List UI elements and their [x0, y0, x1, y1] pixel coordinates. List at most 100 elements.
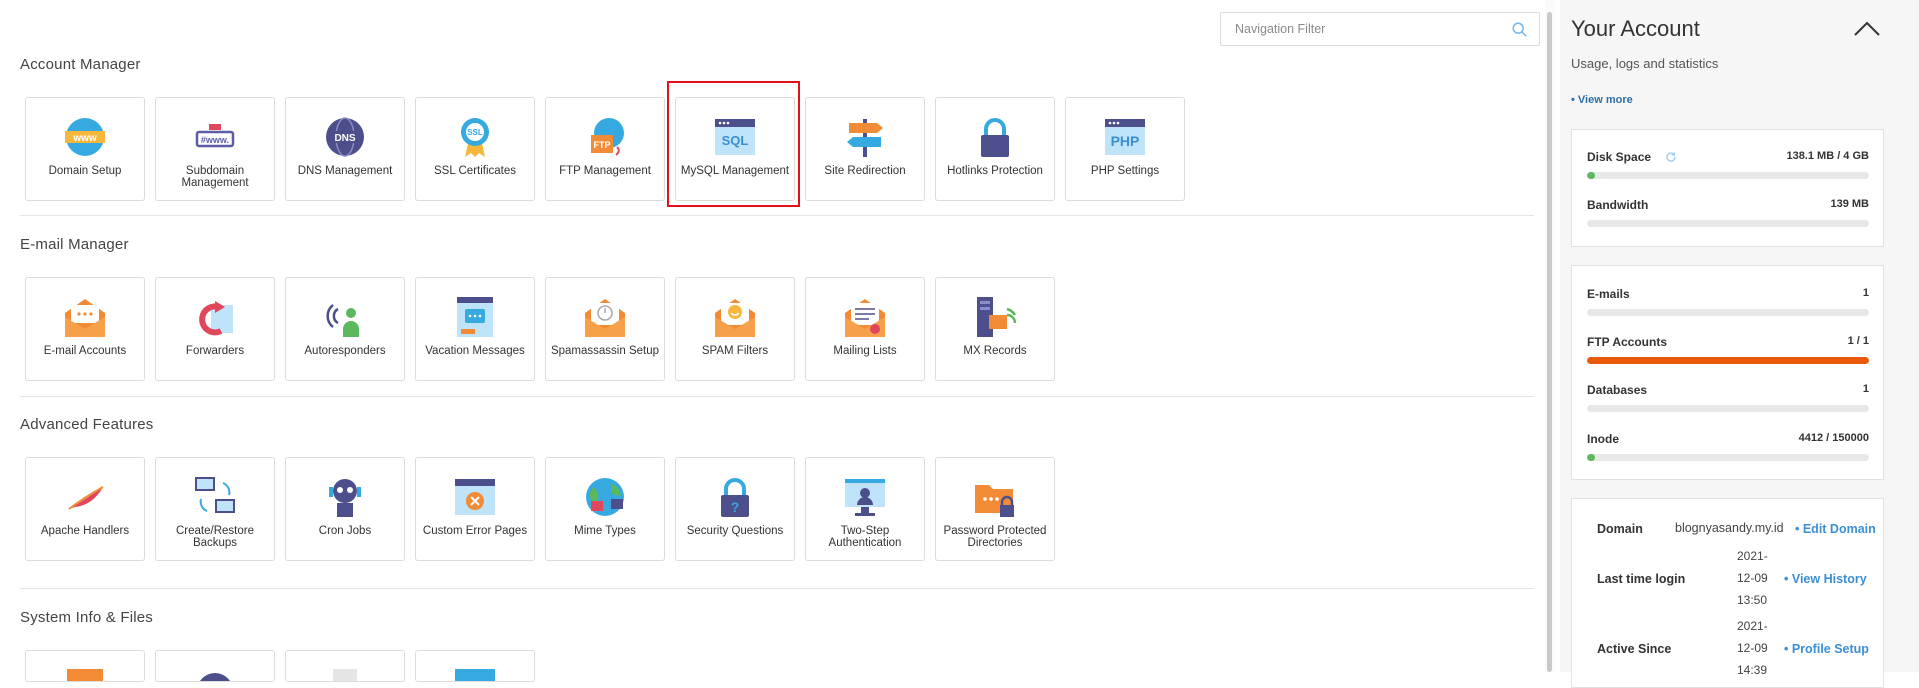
- section-title-advanced-features: Advanced Features: [20, 416, 154, 433]
- tile-site-redirection[interactable]: Site Redirection: [805, 97, 925, 201]
- tile-label: SPAM Filters: [701, 345, 769, 357]
- question-lock-icon: ?: [712, 475, 758, 519]
- tile-label: Mime Types: [574, 525, 636, 537]
- tile-spamassassin-setup[interactable]: Spamassassin Setup: [545, 277, 665, 381]
- tile-apache-handlers[interactable]: Apache Handlers: [25, 457, 145, 561]
- vacation-message-icon: [452, 295, 498, 339]
- tile-label: DNS Management: [297, 165, 393, 177]
- tile-label: Vacation Messages: [425, 345, 525, 357]
- email-manager-tiles: E-mail Accounts Forwarders Autoresponder…: [25, 277, 1065, 381]
- system-info-tiles: [25, 650, 545, 682]
- tile-two-step-authentication[interactable]: Two-Step Authentication: [805, 457, 925, 561]
- bandwidth-label: Bandwidth: [1587, 198, 1649, 212]
- tile-label: Domain Setup: [48, 165, 122, 177]
- view-history-link[interactable]: • View History: [1784, 572, 1867, 586]
- ftp-accounts-bar: [1587, 357, 1869, 364]
- tile-label: Autoresponders: [304, 345, 386, 357]
- view-more-link[interactable]: • View more: [1571, 94, 1633, 106]
- ssl-badge-icon: SSL: [452, 115, 498, 159]
- tile-dns-management[interactable]: DNS DNS Management: [285, 97, 405, 201]
- tile-create-restore-backups[interactable]: Create/Restore Backups: [155, 457, 275, 561]
- last-login-date: 2021- 12-09 13:50: [1737, 545, 1768, 611]
- svg-text:FTP: FTP: [594, 140, 611, 150]
- ftp-accounts-row: FTP Accounts 1 / 1: [1587, 335, 1869, 349]
- autoresponder-icon: [322, 295, 368, 339]
- domain-value: blognyasandy.my.id: [1675, 521, 1784, 535]
- subdomain-icon: #www.: [192, 115, 238, 159]
- last-login-label: Last time login: [1597, 572, 1686, 586]
- spam-filter-icon: [712, 295, 758, 339]
- databases-bar: [1587, 405, 1869, 412]
- tile-partial[interactable]: [155, 650, 275, 682]
- tile-label: Apache Handlers: [40, 525, 130, 537]
- tile-spam-filters[interactable]: SPAM Filters: [675, 277, 795, 381]
- tile-hotlinks-protection[interactable]: Hotlinks Protection: [935, 97, 1055, 201]
- tile-cron-jobs[interactable]: Cron Jobs: [285, 457, 405, 561]
- sql-window-icon: SQL: [712, 115, 758, 159]
- emails-label: E-mails: [1587, 287, 1630, 301]
- section-title-system-info-files: System Info & Files: [20, 609, 154, 626]
- tile-partial[interactable]: [415, 650, 535, 682]
- tile-subdomain-management[interactable]: #www. Subdomain Management: [155, 97, 275, 201]
- active-since-time: 14:39: [1737, 663, 1768, 677]
- emails-row: E-mails 1: [1587, 287, 1869, 301]
- refresh-icon[interactable]: [1665, 151, 1677, 163]
- document-icon: [322, 669, 368, 681]
- mx-server-icon: [972, 295, 1018, 339]
- tile-security-questions[interactable]: ? Security Questions: [675, 457, 795, 561]
- chevron-up-icon[interactable]: [1854, 20, 1880, 36]
- tile-label: Site Redirection: [824, 165, 906, 177]
- tile-label: Spamassassin Setup: [550, 345, 660, 357]
- scrollbar-thumb[interactable]: [1547, 12, 1552, 672]
- tile-label: MySQL Management: [680, 165, 790, 177]
- svg-text:?: ?: [731, 499, 740, 515]
- emails-value: 1: [1862, 287, 1869, 299]
- tile-partial[interactable]: [285, 650, 405, 682]
- svg-text:#www.: #www.: [201, 135, 229, 145]
- tile-mailing-lists[interactable]: Mailing Lists: [805, 277, 925, 381]
- section-divider: [20, 215, 1534, 216]
- tile-custom-error-pages[interactable]: Custom Error Pages: [415, 457, 535, 561]
- tile-forwarders[interactable]: Forwarders: [155, 277, 275, 381]
- domain-label: Domain: [1597, 522, 1643, 536]
- tile-php-settings[interactable]: PHP PHP Settings: [1065, 97, 1185, 201]
- svg-text:SQL: SQL: [722, 133, 749, 148]
- tile-ftp-management[interactable]: FTP FTP Management: [545, 97, 665, 201]
- inode-label: Inode: [1587, 432, 1619, 446]
- active-since-label: Active Since: [1597, 642, 1672, 656]
- section-divider: [20, 588, 1534, 589]
- tile-label: FTP Management: [559, 165, 651, 177]
- active-since-date: 2021- 12-09 14:39: [1737, 615, 1768, 681]
- navigation-filter-input[interactable]: [1221, 13, 1501, 45]
- tile-label: Custom Error Pages: [422, 525, 528, 537]
- search-icon[interactable]: [1511, 21, 1529, 39]
- inode-value: 4412 / 150000: [1798, 432, 1869, 444]
- main-scrollbar[interactable]: [1545, 0, 1555, 672]
- tile-ssl-certificates[interactable]: SSL SSL Certificates: [415, 97, 535, 201]
- tile-email-accounts[interactable]: E-mail Accounts: [25, 277, 145, 381]
- inode-row: Inode 4412 / 150000: [1587, 432, 1869, 446]
- profile-setup-link[interactable]: • Profile Setup: [1784, 642, 1869, 656]
- tile-mime-types[interactable]: Mime Types: [545, 457, 665, 561]
- active-since-monthday: 12-09: [1737, 641, 1768, 655]
- mime-globe-icon: [582, 475, 628, 519]
- tile-label: Password Protected Directories: [943, 525, 1047, 549]
- account-panel-title: Your Account: [1571, 16, 1700, 41]
- main-content: Account Manager www Domain Setup #www. S…: [0, 0, 1545, 682]
- svg-text:PHP: PHP: [1111, 133, 1140, 149]
- php-window-icon: PHP: [1102, 115, 1148, 159]
- signpost-icon: [842, 115, 888, 159]
- tile-vacation-messages[interactable]: Vacation Messages: [415, 277, 535, 381]
- tile-mx-records[interactable]: MX Records: [935, 277, 1055, 381]
- locked-folder-icon: [972, 475, 1018, 519]
- navigation-filter[interactable]: [1220, 12, 1540, 46]
- tile-password-protected-directories[interactable]: Password Protected Directories: [935, 457, 1055, 561]
- tile-autoresponders[interactable]: Autoresponders: [285, 277, 405, 381]
- emails-bar: [1587, 309, 1869, 316]
- tile-mysql-management[interactable]: SQL MySQL Management: [675, 97, 795, 201]
- tile-partial[interactable]: [25, 650, 145, 682]
- ftp-accounts-label: FTP Accounts: [1587, 335, 1668, 349]
- bandwidth-row: Bandwidth 139 MB: [1587, 198, 1869, 212]
- edit-domain-link[interactable]: • Edit Domain: [1795, 522, 1876, 536]
- tile-domain-setup[interactable]: www Domain Setup: [25, 97, 145, 201]
